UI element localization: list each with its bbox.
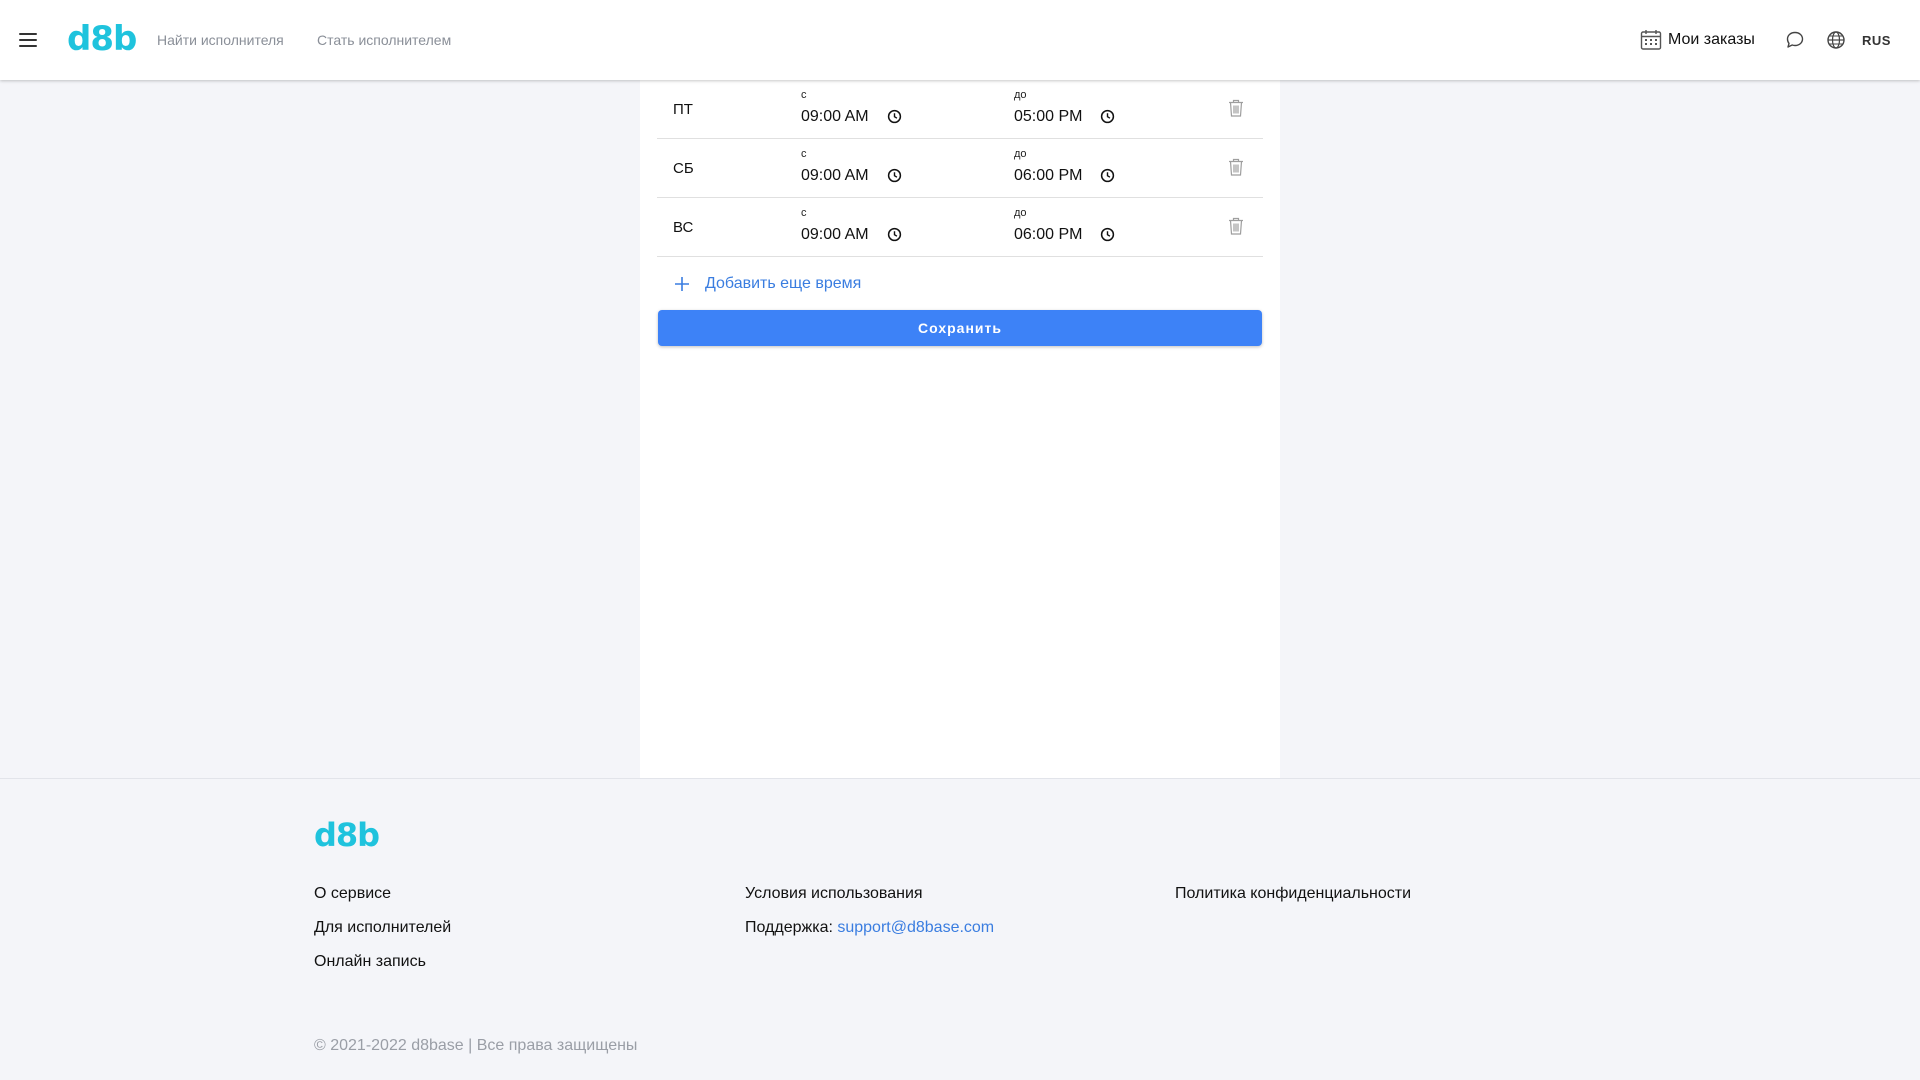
time-to-field[interactable]: до 06:00 PM [1014, 207, 1124, 243]
to-label: до [1014, 89, 1027, 101]
trash-icon[interactable] [1227, 98, 1245, 118]
nav-find-performer[interactable]: Найти исполнителя [157, 32, 284, 48]
logo[interactable]: d8b [67, 19, 137, 59]
top-app-bar: d8b Найти исполнителя Стать исполнителем… [0, 0, 1920, 80]
schedule-row-fri: ПТ с 09:00 AM до 05:00 PM [657, 80, 1263, 139]
calendar-icon [1640, 30, 1662, 50]
plus-icon [675, 277, 689, 291]
from-label: с [801, 89, 807, 101]
time-from-field[interactable]: с 09:00 AM [801, 89, 911, 125]
add-time-label: Добавить еще время [705, 275, 862, 292]
footer-link-for-performers[interactable]: Для исполнителей [314, 919, 451, 937]
schedule-card: ПТ с 09:00 AM до 05:00 PM СБ с 09:00 AM … [640, 80, 1280, 778]
to-label: до [1014, 148, 1027, 160]
footer-link-privacy[interactable]: Политика конфиденциальности [1175, 885, 1411, 903]
time-to-value[interactable]: 06:00 PM [1014, 226, 1082, 244]
add-time-button[interactable]: Добавить еще время [674, 272, 861, 296]
language-selector[interactable]: RUS [1862, 33, 1891, 48]
footer-logo[interactable]: d8b [314, 817, 380, 853]
clock-icon[interactable] [1100, 168, 1115, 183]
time-to-value[interactable]: 06:00 PM [1014, 167, 1082, 185]
time-from-value[interactable]: 09:00 AM [801, 226, 869, 244]
day-label: СБ [673, 160, 694, 177]
support-email-link[interactable]: support@d8base.com [837, 919, 994, 936]
time-from-field[interactable]: с 09:00 AM [801, 207, 911, 243]
time-to-value[interactable]: 05:00 PM [1014, 108, 1082, 126]
trash-icon[interactable] [1227, 216, 1245, 236]
footer-link-terms[interactable]: Условия использования [745, 885, 923, 903]
footer: d8b О сервисе Для исполнителей Онлайн за… [0, 778, 1920, 1080]
trash-icon[interactable] [1227, 157, 1245, 177]
from-label: с [801, 207, 807, 219]
clock-icon[interactable] [887, 227, 902, 242]
clock-icon[interactable] [887, 168, 902, 183]
time-from-field[interactable]: с 09:00 AM [801, 148, 911, 184]
time-from-value[interactable]: 09:00 AM [801, 108, 869, 126]
globe-icon[interactable] [1826, 30, 1846, 50]
clock-icon[interactable] [1100, 109, 1115, 124]
clock-icon[interactable] [887, 109, 902, 124]
copyright: © 2021-2022 d8base | Все права защищены [314, 1037, 638, 1054]
support-label: Поддержка: [745, 919, 838, 936]
time-to-field[interactable]: до 05:00 PM [1014, 89, 1124, 125]
to-label: до [1014, 207, 1027, 219]
time-to-field[interactable]: до 06:00 PM [1014, 148, 1124, 184]
day-label: ПТ [673, 101, 693, 118]
footer-support: Поддержка: support@d8base.com [745, 919, 994, 937]
my-orders-label: Мои заказы [1668, 31, 1755, 48]
save-button[interactable]: Сохранить [658, 310, 1262, 346]
schedule-row-sat: СБ с 09:00 AM до 06:00 PM [657, 139, 1263, 198]
my-orders-button[interactable]: Мои заказы [1640, 28, 1755, 52]
chat-icon[interactable] [1785, 30, 1805, 50]
nav-become-performer[interactable]: Стать исполнителем [317, 32, 451, 48]
menu-icon[interactable] [16, 28, 40, 52]
footer-link-online-booking[interactable]: Онлайн запись [314, 953, 426, 971]
footer-link-about[interactable]: О сервисе [314, 885, 391, 903]
day-label: ВС [673, 219, 694, 236]
clock-icon[interactable] [1100, 227, 1115, 242]
from-label: с [801, 148, 807, 160]
schedule-row-sun: ВС с 09:00 AM до 06:00 PM [657, 198, 1263, 257]
time-from-value[interactable]: 09:00 AM [801, 167, 869, 185]
